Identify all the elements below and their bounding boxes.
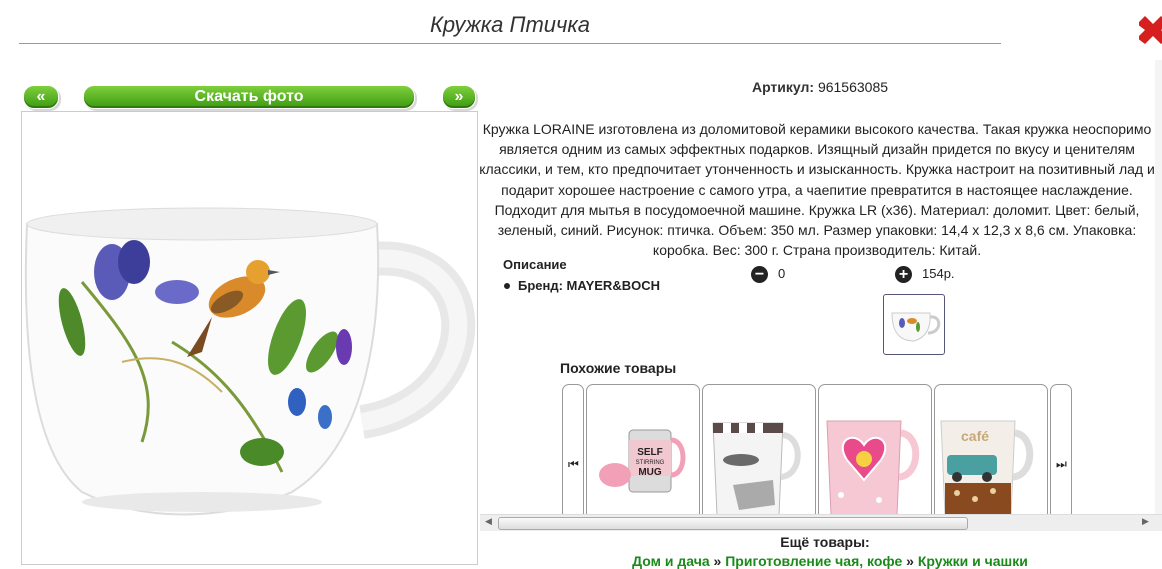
title-divider [19,43,1001,44]
price-value: 154р. [922,266,955,281]
artikul-label: Артикул: [751,79,815,95]
similar-item-self-stirring-mug[interactable]: SELF STIRRING MUG [586,384,700,521]
download-photo-button[interactable]: Скачать фото [83,85,415,109]
product-description: Кружка LORAINE изготовлена из доломитово… [479,121,1155,259]
quantity-control: −0 [751,266,786,284]
breadcrumb-home-garden[interactable]: Дом и дача [632,553,710,569]
scrollbar-thumb[interactable] [498,517,968,530]
carousel-prev-button[interactable]: ⏮ [562,384,584,521]
price-control: +154р. [895,266,955,284]
close-icon[interactable] [1139,13,1162,47]
skip-next-icon: ⏭ [1056,457,1067,471]
breadcrumb-tea-coffee[interactable]: Приготовление чая, кофе [725,553,902,569]
description-heading: Описание [503,257,567,272]
vertical-scrollbar[interactable] [1155,60,1162,514]
similar-item-retro-car-mug[interactable]: café [934,384,1048,521]
more-products-label: Ещё товары: [780,534,870,550]
breadcrumb: Дом и дача » Приготовление чая, кофе » К… [480,553,1162,569]
svg-text:STIRRING: STIRRING [636,460,665,466]
skip-prev-icon: ⏮ [568,457,579,471]
breadcrumb-separator: » [902,553,918,569]
plus-circle-icon[interactable]: + [895,266,912,284]
carousel-next-button[interactable]: ⏭ [1050,384,1072,521]
similar-products-carousel: ⏮ SELF STIRRING MUG café ⏭ [562,384,1072,521]
product-photo [21,111,478,565]
artikul-line: Артикул: 961563085 [480,79,1160,95]
product-thumbnail[interactable] [883,294,945,355]
breadcrumb-separator: » [709,553,726,569]
svg-text:SELF: SELF [637,447,663,458]
bullet-icon [504,282,510,289]
next-photo-button[interactable]: » [442,85,476,109]
similar-item-pink-heart-mug[interactable] [818,384,932,521]
brand-item: Бренд: MAYER&BOCH [504,278,660,293]
brand-label: Бренд: MAYER&BOCH [518,278,660,293]
minus-circle-icon[interactable]: − [751,266,768,284]
svg-text:MUG: MUG [638,467,662,478]
similar-item-black-white-mug[interactable] [702,384,816,521]
svg-text:café: café [961,428,989,444]
scroll-left-icon[interactable]: ◀ [485,516,492,527]
similar-products-heading: Похожие товары [560,360,677,376]
artikul-value: 961563085 [817,79,889,95]
page-title: Кружка Птичка [429,12,591,37]
quantity-value: 0 [778,266,786,281]
horizontal-scrollbar[interactable]: ◀ ▶ [480,514,1162,531]
breadcrumb-mugs-cups[interactable]: Кружки и чашки [918,553,1028,569]
prev-photo-button[interactable]: « [23,85,59,109]
scroll-right-icon[interactable]: ▶ [1142,516,1149,527]
